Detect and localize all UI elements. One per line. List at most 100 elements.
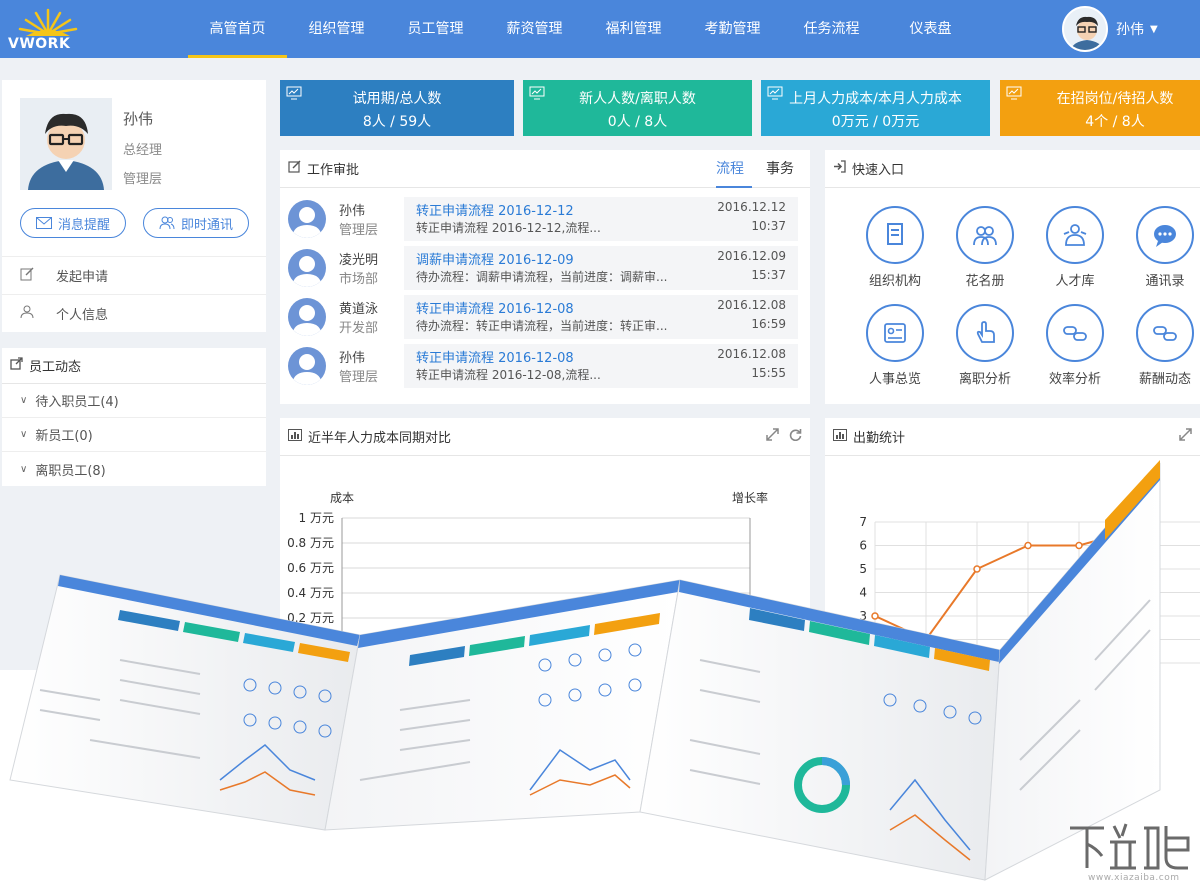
brand-name: VWORK [8, 36, 71, 52]
employee-dynamics-title: 员工动态 [29, 360, 82, 375]
dyn-item-label: 新员工(0) [35, 429, 93, 444]
nav-org[interactable]: 组织管理 [287, 0, 386, 58]
dyn-item-new-employee[interactable]: ∨ 新员工(0) [2, 418, 266, 452]
edit-icon [288, 160, 301, 177]
approval-link[interactable]: 转正申请流程 2016-12-08 [416, 347, 574, 366]
avatar [288, 347, 326, 385]
nav-task-flow[interactable]: 任务流程 [782, 0, 881, 58]
instant-chat-label: 即时通讯 [180, 217, 233, 233]
y-tick-label: 1 [859, 656, 867, 670]
quick-entry-efficiency-analysis[interactable]: 效率分析 [1035, 304, 1115, 387]
sidebar-item-apply[interactable]: 发起申请 [2, 256, 266, 294]
avatar [288, 298, 326, 336]
nav-employee[interactable]: 员工管理 [386, 0, 485, 58]
expand-icon[interactable] [1179, 428, 1192, 445]
dyn-item-resigned[interactable]: ∨ 离职员工(8) [2, 452, 266, 486]
approval-link[interactable]: 调薪申请流程 2016-12-09 [416, 249, 574, 268]
data-point [1024, 541, 1032, 550]
avatar [288, 200, 326, 238]
approver-name: 凌光明 [339, 253, 379, 268]
labor-cost-chart-title: 近半年人力成本同期对比 [308, 431, 452, 446]
quick-entry-salary-dynamics[interactable]: 薪酬动态 [1125, 304, 1200, 387]
expand-icon[interactable] [766, 428, 779, 445]
refresh-icon[interactable] [789, 428, 802, 445]
id-card-icon [866, 304, 924, 362]
employee-dynamics-header: 员工动态 [2, 348, 266, 384]
approval-time: 15:55 [751, 366, 786, 380]
tab-process[interactable]: 流程 [716, 150, 752, 188]
quick-entry-resign-analysis[interactable]: 离职分析 [945, 304, 1025, 387]
nav-salary[interactable]: 薪资管理 [485, 0, 584, 58]
y-tick-label: 4 [859, 586, 867, 600]
approval-item-box: 转正申请流程 2016-12-12 转正申请流程 2016-12-12,流程..… [404, 197, 798, 241]
stat-tile-labor-cost[interactable]: 上月人力成本/本月人力成本 0万元 / 0万元 [761, 80, 990, 136]
stat-tile-new-resigned[interactable]: 新人人数/离职人数 0人 / 8人 [523, 80, 752, 136]
profile-title: 总经理 [123, 143, 163, 158]
y-tick-label: 0.4 万元 [287, 586, 334, 600]
attendance-chart: 765432101-031-07 [859, 515, 1200, 705]
main-nav: 高管首页 组织管理 员工管理 薪资管理 福利管理 考勤管理 任务流程 仪表盘 [188, 0, 980, 58]
bar-chart-icon [288, 428, 302, 445]
employee-dynamics-panel: 员工动态 ∨ 待入职员工(4) ∨ 新员工(0) ∨ 离职员工(8) [2, 348, 266, 486]
instant-chat-button[interactable]: 即时通讯 [143, 208, 249, 238]
message-reminder-button[interactable]: 消息提醒 [20, 208, 126, 238]
approval-time: 16:59 [751, 317, 786, 331]
stat-value: 0人 / 8人 [607, 114, 668, 130]
watermark-url: www.xiazaiba.com [1088, 873, 1180, 883]
y-tick-label: 0.2 万元 [287, 611, 334, 625]
org-icon [866, 206, 924, 264]
dyn-item-label: 待入职员工(4) [35, 395, 119, 410]
y-tick-label: 6 [859, 539, 867, 553]
approval-link[interactable]: 转正申请流程 2016-12-08 [416, 298, 574, 317]
profile-name: 孙伟 [123, 110, 154, 128]
person-icon [20, 305, 36, 323]
quick-entry-hr-overview[interactable]: 人事总览 [855, 304, 935, 387]
approval-row[interactable]: 凌光明 市场部 调薪申请流程 2016-12-09 待办流程：调薪申请流程，当前… [288, 246, 802, 290]
sidebar-item-label: 个人信息 [56, 308, 109, 323]
approval-row[interactable]: 孙伟 管理层 转正申请流程 2016-12-12 转正申请流程 2016-12-… [288, 197, 802, 241]
sidebar-item-personal-info[interactable]: 个人信息 [2, 294, 266, 332]
quick-entry-label: 人才库 [1055, 274, 1095, 289]
data-point [922, 635, 930, 644]
attendance-chart-header: 出勤统计 [825, 418, 1200, 456]
sidebar-item-label: 发起申请 [56, 270, 109, 285]
labor-cost-chart-header: 近半年人力成本同期对比 [280, 418, 810, 456]
user-menu[interactable]: 孙伟 ▼ [1062, 5, 1158, 53]
data-point [1075, 541, 1083, 550]
stat-tile-probation[interactable]: 试用期/总人数 8人 / 59人 [280, 80, 514, 136]
y-tick-label: 0.6 万元 [287, 561, 334, 575]
approval-desc: 转正申请流程 2016-12-12,流程... [416, 221, 601, 235]
quick-entry-org[interactable]: 组织机构 [855, 206, 935, 289]
approval-desc: 待办流程：转正申请流程，当前进度：转正审... [416, 319, 668, 333]
attendance-chart-title: 出勤统计 [853, 431, 906, 446]
nav-dashboard[interactable]: 仪表盘 [881, 0, 980, 58]
approver-dept: 管理层 [339, 370, 379, 385]
nav-welfare[interactable]: 福利管理 [584, 0, 683, 58]
avatar [288, 249, 326, 287]
chart-actions [766, 428, 802, 445]
talent-icon [1046, 206, 1104, 264]
stat-label: 新人人数/离职人数 [579, 91, 696, 107]
approval-row[interactable]: 黄道泳 开发部 转正申请流程 2016-12-08 待办流程：转正申请流程，当前… [288, 295, 802, 339]
top-nav-bar: VWORK 高管首页 组织管理 员工管理 薪资管理 福利管理 考勤管理 任务流程… [0, 0, 1200, 58]
quick-entry-roster[interactable]: 花名册 [945, 206, 1025, 289]
chart-actions [1179, 428, 1192, 445]
approver-name: 黄道泳 [339, 302, 379, 317]
quick-entry-panel: 快速入口 组织机构 花名册 人才库 通讯录 人事总览 离职分析 效率分析 薪酬动态 [825, 150, 1200, 404]
stat-tile-recruiting[interactable]: 在招岗位/待招人数 4个 / 8人 [1000, 80, 1200, 136]
y-tick-label: 2 [859, 633, 867, 647]
y2-axis-label: 增长率 [732, 490, 768, 505]
tab-affairs[interactable]: 事务 [766, 150, 796, 188]
nav-home[interactable]: 高管首页 [188, 0, 287, 58]
nav-attendance[interactable]: 考勤管理 [683, 0, 782, 58]
link-icon [1046, 304, 1104, 362]
approval-link[interactable]: 转正申请流程 2016-12-12 [416, 200, 574, 219]
approval-time: 15:37 [751, 268, 786, 282]
dyn-item-pending-hire[interactable]: ∨ 待入职员工(4) [2, 384, 266, 418]
approval-row[interactable]: 孙伟 管理层 转正申请流程 2016-12-08 转正申请流程 2016-12-… [288, 344, 802, 388]
bar-chart-icon [833, 428, 847, 445]
quick-entry-talent[interactable]: 人才库 [1035, 206, 1115, 289]
quick-entry-contacts[interactable]: 通讯录 [1125, 206, 1200, 289]
quick-entry-label: 人事总览 [868, 372, 921, 387]
profile-card: 孙伟 总经理 管理层 消息提醒 即时通讯 发起申请 个人信息 [2, 80, 266, 332]
